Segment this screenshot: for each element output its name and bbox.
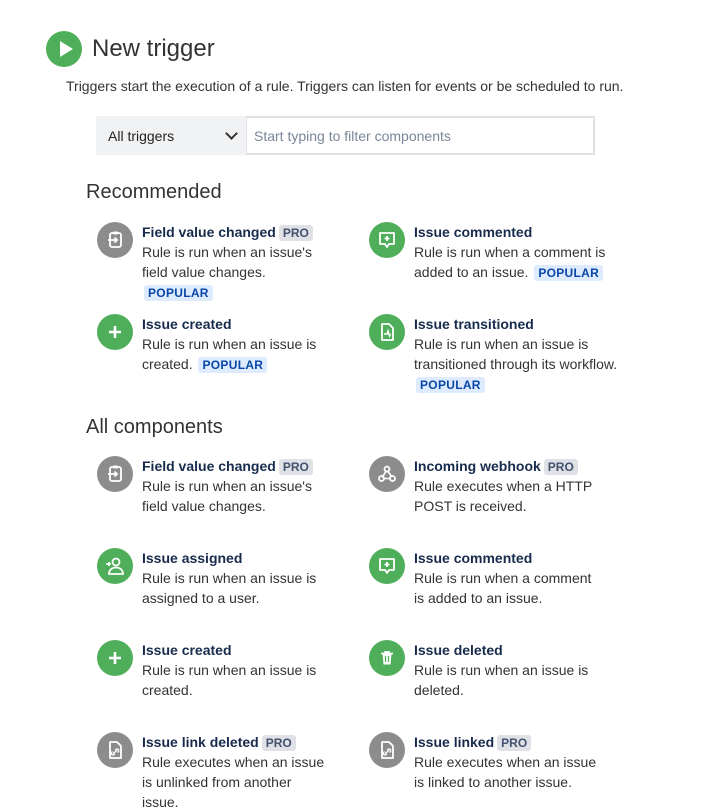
pro-badge: PRO [543, 459, 578, 475]
popular-badge: POPULAR [534, 265, 604, 281]
component-name: Issue link deleted [142, 734, 259, 750]
component-name: Issue created [142, 642, 232, 658]
pro-badge: PRO [261, 735, 296, 751]
field-change-icon [97, 456, 133, 492]
page-header: New trigger [46, 31, 215, 67]
trash-icon [369, 640, 405, 676]
trigger-type-select[interactable]: All triggers [96, 116, 246, 155]
component-name: Field value changed [142, 458, 276, 474]
component-card[interactable]: Incoming webhook PRO Rule executes when a… [369, 456, 599, 516]
user-icon [97, 548, 133, 584]
component-card[interactable]: Issue transitioned Rule is run when an i… [369, 314, 619, 394]
component-name: Issue created [142, 316, 232, 332]
trigger-type-value: All triggers [108, 127, 175, 144]
all-components-heading: All components [86, 416, 223, 438]
chevron-down-icon [225, 127, 238, 140]
popular-badge: POPULAR [416, 377, 485, 393]
component-card[interactable]: Issue linked PRO Rule executes when an is… [369, 732, 599, 792]
component-description: Rule is run when an issue's field value … [142, 244, 312, 280]
component-name: Issue commented [414, 224, 533, 240]
component-card[interactable]: Issue link deleted PRO Rule executes when… [97, 732, 327, 812]
component-card[interactable]: Field value changed PRO Rule is run when … [97, 456, 327, 516]
link-icon [97, 732, 133, 768]
comment-icon [369, 548, 405, 584]
component-description: Rule is run when an issue is transitione… [414, 336, 618, 372]
transition-icon [369, 314, 405, 350]
component-name: Issue linked [414, 734, 495, 750]
play-icon [46, 31, 82, 67]
component-name: Issue commented [414, 550, 533, 566]
component-description: Rule executes when a HTTP POST is receiv… [414, 478, 592, 514]
recommended-heading: Recommended [86, 181, 222, 203]
component-description: Rule is run when an issue is assigned to… [142, 570, 317, 606]
popular-badge: POPULAR [144, 285, 213, 301]
component-card[interactable]: Issue created Rule is run when an issue … [97, 640, 327, 700]
component-description: Rule is run when an issue is deleted. [414, 662, 589, 698]
pro-badge: PRO [278, 225, 313, 241]
field-change-icon [97, 222, 133, 258]
popular-badge: POPULAR [198, 357, 268, 373]
plus-icon [97, 640, 133, 676]
link-icon [369, 732, 405, 768]
component-name: Issue assigned [142, 550, 243, 566]
comment-icon [369, 222, 405, 258]
component-description: Rule executes when an issue is linked to… [414, 754, 597, 790]
pro-badge: PRO [497, 735, 532, 751]
component-name: Issue deleted [414, 642, 503, 658]
component-card[interactable]: Field value changed PRO Rule is run when … [97, 222, 327, 302]
page-title: New trigger [92, 35, 215, 62]
component-name: Field value changed [142, 224, 276, 240]
component-description: Rule is run when an issue's field value … [142, 478, 312, 514]
component-card[interactable]: Issue deleted Rule is run when an issue … [369, 640, 599, 700]
component-description: Rule executes when an issue is unlinked … [142, 754, 325, 810]
component-name: Incoming webhook [414, 458, 541, 474]
webhook-icon [369, 456, 405, 492]
component-card[interactable]: Issue commented Rule is run when a comme… [369, 548, 599, 608]
page-description: Triggers start the execution of a rule. … [66, 78, 624, 94]
component-description: Rule is run when a comment is added to a… [414, 570, 592, 606]
plus-icon [97, 314, 133, 350]
pro-badge: PRO [278, 459, 313, 475]
component-card[interactable]: Issue commented Rule is run when a comme… [369, 222, 609, 282]
component-card[interactable]: Issue assigned Rule is run when an issue… [97, 548, 327, 608]
component-card[interactable]: Issue created Rule is run when an issue … [97, 314, 327, 374]
filter-input[interactable] [246, 116, 595, 155]
component-name: Issue transitioned [414, 316, 534, 332]
filter-bar: All triggers [96, 116, 595, 155]
component-description: Rule is run when an issue is created. [142, 662, 317, 698]
